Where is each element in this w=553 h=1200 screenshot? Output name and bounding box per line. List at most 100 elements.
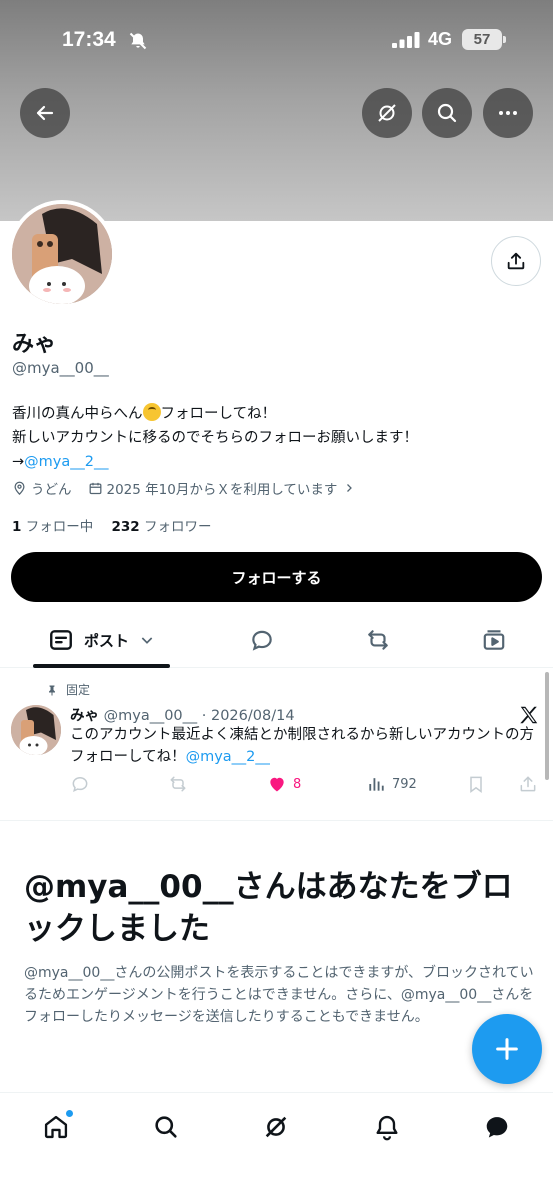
blocked-title: @mya__00__さんはあなたをブロックしました xyxy=(24,869,513,947)
bio-line-3: →@mya__2__ xyxy=(12,450,542,474)
followers-label: フォロワー xyxy=(143,519,212,535)
follow-button[interactable]: フォローする xyxy=(11,552,542,602)
post-actions: 8 792 xyxy=(70,774,540,798)
post-mention-link[interactable]: @mya__2__ xyxy=(186,749,270,765)
active-tab-indicator xyxy=(33,664,170,668)
chevron-down-icon xyxy=(141,637,153,644)
avatar-image xyxy=(11,705,61,755)
chevron-right-icon xyxy=(347,484,353,492)
share-icon xyxy=(520,776,536,792)
profile-avatar[interactable] xyxy=(8,200,116,308)
profile-bio: 香川の真ん中らへん フォローしてね！ 新しいアカウントに移るのでそちらのフォローお… xyxy=(12,402,542,474)
views-button[interactable]: 792 xyxy=(366,774,417,794)
reply-icon xyxy=(72,776,88,793)
more-icon xyxy=(499,111,517,115)
post-date[interactable]: 2026/08/14 xyxy=(211,708,295,724)
post-separator: · xyxy=(201,708,207,724)
status-bar: 17:34 4G 57 xyxy=(0,28,553,56)
bottom-navigation xyxy=(0,1092,553,1200)
notifications-icon xyxy=(376,1115,398,1141)
x-logo-icon xyxy=(520,706,538,724)
share-profile-button[interactable] xyxy=(491,236,541,286)
upside-down-face-emoji-icon xyxy=(142,403,161,421)
bookmark-button[interactable] xyxy=(466,774,486,794)
tab-posts[interactable]: ポスト xyxy=(33,612,170,668)
location-icon xyxy=(14,481,25,495)
share-icon xyxy=(507,252,525,270)
network-type: 4G xyxy=(428,29,453,49)
like-count: 8 xyxy=(293,776,302,792)
heart-filled-icon xyxy=(270,777,284,792)
follow-counts: 1 フォロー中 232 フォロワー xyxy=(12,515,211,535)
bio-line-2: 新しいアカウントに移るのでそちらのフォローお願いします！ xyxy=(12,430,418,446)
nav-notifications[interactable] xyxy=(373,1113,401,1141)
post-author-name[interactable]: みゃ xyxy=(70,708,99,724)
profile-joined[interactable]: 2025 年10月からＸを利用しています xyxy=(107,478,338,498)
bookmark-icon xyxy=(470,776,482,793)
nav-home[interactable] xyxy=(42,1109,74,1141)
grok-icon xyxy=(378,104,396,122)
nav-search[interactable] xyxy=(152,1113,180,1141)
post-text: このアカウント最近よく凍結とか制限されるから新しいアカウントの方フォローしてね！… xyxy=(70,724,540,768)
following-label: フォロー中 xyxy=(25,519,94,535)
notification-dot xyxy=(65,1109,74,1118)
repost-icon xyxy=(170,776,186,792)
section-divider xyxy=(0,820,553,821)
post-author-handle[interactable]: @mya__00__ xyxy=(104,708,198,724)
replies-icon xyxy=(252,630,272,651)
home-icon xyxy=(44,1115,68,1139)
views-count: 792 xyxy=(392,776,417,792)
search-button[interactable] xyxy=(422,88,472,138)
messages-icon xyxy=(486,1117,508,1138)
post-body: このアカウント最近よく凍結とか制限されるから新しいアカウントの方フォローしてね！ xyxy=(70,727,534,765)
share-post-button[interactable] xyxy=(518,774,538,794)
repost-button[interactable] xyxy=(168,774,188,794)
search-icon xyxy=(155,1116,177,1138)
post-header: みゃ @mya__00__ · 2026/08/14 xyxy=(70,704,295,725)
followers-count: 232 xyxy=(111,519,140,535)
bell-slash-icon xyxy=(129,32,147,50)
media-icon xyxy=(483,630,505,650)
profile-tabs: ポスト xyxy=(0,612,553,668)
followers-link[interactable]: 232 フォロワー xyxy=(112,519,212,535)
like-button[interactable]: 8 xyxy=(267,774,301,794)
tab-posts-label: ポスト xyxy=(83,631,129,650)
profile-meta: うどん 2025 年10月からＸを利用しています xyxy=(12,478,359,498)
plus-icon xyxy=(496,1038,518,1060)
nav-messages[interactable] xyxy=(483,1113,511,1141)
grok-icon xyxy=(265,1116,287,1138)
compose-post-button[interactable] xyxy=(472,1014,542,1084)
back-button[interactable] xyxy=(20,88,70,138)
calendar-icon xyxy=(89,482,101,494)
post-author-avatar[interactable] xyxy=(11,705,61,755)
nav-grok[interactable] xyxy=(262,1113,290,1141)
search-icon xyxy=(437,103,457,123)
arrow-left-icon xyxy=(36,105,54,121)
bio-text-1b: フォローしてね！ xyxy=(160,406,277,422)
pinned-indicator: 固定 xyxy=(46,681,90,698)
bio-line-1: 香川の真ん中らへん フォローしてね！ xyxy=(12,402,542,426)
reply-button[interactable] xyxy=(70,774,90,794)
tab-media[interactable] xyxy=(464,612,524,668)
bio-arrow: → xyxy=(12,454,25,470)
tab-replies[interactable] xyxy=(232,612,292,668)
grok-button[interactable] xyxy=(362,88,412,138)
more-button[interactable] xyxy=(483,88,533,138)
battery-indicator: 57 xyxy=(462,29,506,50)
following-link[interactable]: 1 フォロー中 xyxy=(12,519,93,535)
status-time: 17:34 xyxy=(62,28,116,51)
posts-icon xyxy=(50,630,72,650)
views-icon xyxy=(369,778,384,791)
blocked-description: @mya__00__さんの公開ポストを表示することはできますが、ブロックされてい… xyxy=(24,965,534,1025)
bio-mention-link[interactable]: @mya__2__ xyxy=(24,454,108,470)
avatar-image xyxy=(12,204,112,304)
tab-reposts[interactable] xyxy=(348,612,408,668)
signal-icon xyxy=(392,32,420,48)
following-count: 1 xyxy=(12,519,22,535)
scrollbar[interactable] xyxy=(545,672,549,780)
profile-handle: @mya__00__ xyxy=(12,359,109,377)
profile-display-name: みゃ xyxy=(12,332,57,357)
profile-location: うどん xyxy=(31,482,72,498)
bio-text-1a: 香川の真ん中らへん xyxy=(12,406,143,422)
pinned-label: 固定 xyxy=(66,683,91,697)
